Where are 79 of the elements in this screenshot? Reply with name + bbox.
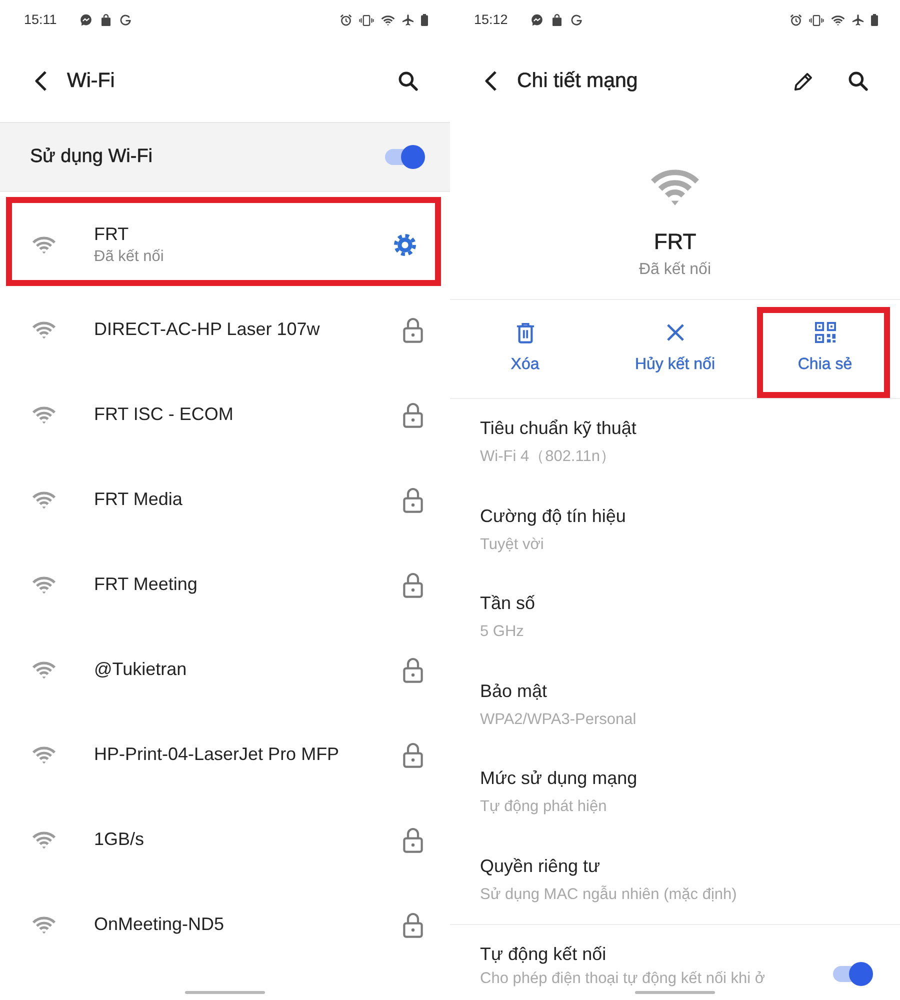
battery-icon: [421, 14, 428, 26]
status-time: 15:11: [24, 10, 57, 29]
letter-g-icon: [570, 14, 582, 26]
screen-title: Chi tiết mạng: [517, 68, 638, 94]
letter-g-icon: [120, 14, 131, 26]
vibrate-icon: [359, 14, 374, 26]
lock-icon: [403, 486, 423, 512]
connection-status: Đã kết nối: [638, 260, 712, 280]
wifi-signal-icon: [32, 830, 56, 848]
back-icon[interactable]: [484, 70, 498, 92]
lock-icon: [403, 402, 423, 428]
detail-title: Tiêu chuẩn kỹ thuật: [480, 417, 638, 439]
network-name[interactable]: HP-Print-04-LaserJet Pro MFP: [94, 743, 340, 766]
vibrate-icon: [809, 14, 824, 26]
lock-icon: [403, 826, 423, 852]
wifi-signal-icon: [32, 406, 56, 424]
detail-value: Tuyệt vời: [480, 534, 545, 554]
lock-icon: [403, 572, 423, 598]
detail-title: Mức sử dụng mạng: [480, 767, 638, 789]
detail-title: Cường độ tín hiệu: [480, 504, 627, 526]
network-name[interactable]: FRT Meeting: [94, 573, 198, 596]
connection-status: Đã kết nối: [94, 246, 164, 266]
lock-icon: [403, 316, 423, 342]
shopping-bag-icon: [100, 14, 111, 26]
alarm-clock-icon: [790, 14, 802, 26]
shopping-bag-icon: [552, 14, 562, 26]
detail-title: Tần số: [480, 592, 536, 614]
wifi-signal-icon: [32, 490, 56, 508]
wifi-icon: [831, 14, 845, 26]
network-name[interactable]: @Tukietran: [94, 658, 187, 681]
wifi-signal-icon: [650, 168, 700, 206]
network-name[interactable]: DIRECT-AC-HP Laser 107w: [94, 318, 320, 341]
airplane-icon: [852, 14, 864, 26]
network-name[interactable]: FRT Media: [94, 488, 182, 511]
setting-title: Tự động kết nối: [480, 943, 608, 965]
network-name[interactable]: FRT: [94, 222, 164, 246]
lock-icon: [403, 912, 423, 938]
wifi-signal-icon: [32, 236, 56, 254]
wifi-signal-icon: [32, 320, 56, 338]
chat-bubble-icon: [530, 14, 543, 26]
network-name[interactable]: FRT ISC - ECOM: [94, 403, 234, 426]
wifi-toggle[interactable]: [385, 145, 425, 169]
setting-description: Cho phép điện thoại tự động kết nối khi ở: [480, 969, 766, 989]
detail-value: Tự động phát hiện: [480, 797, 608, 817]
lock-icon: [403, 742, 423, 768]
wifi-signal-icon: [32, 576, 56, 594]
detail-value: WPA2/WPA3-Personal: [480, 710, 638, 730]
wifi-signal-icon: [32, 746, 56, 764]
network-name[interactable]: OnMeeting-ND5: [94, 913, 224, 936]
search-icon[interactable]: [398, 71, 418, 91]
pencil-icon[interactable]: [793, 70, 814, 92]
alarm-clock-icon: [340, 14, 352, 26]
detail-value: Wi-Fi 4（802.11n）: [480, 447, 617, 467]
close-icon: [666, 323, 684, 342]
wifi-icon: [381, 14, 395, 26]
back-icon[interactable]: [34, 70, 48, 92]
lock-icon: [403, 656, 423, 682]
search-icon[interactable]: [848, 71, 868, 91]
delete-button[interactable]: Xóa: [450, 300, 600, 398]
status-time: 15:12: [474, 10, 508, 29]
detail-value: Sử dụng MAC ngẫu nhiên (mặc định): [480, 884, 738, 904]
wifi-signal-icon: [32, 660, 56, 678]
detail-value: 5 GHz: [480, 622, 525, 642]
screen-title: Wi-Fi: [67, 68, 115, 94]
auto-connect-toggle[interactable]: [833, 962, 873, 986]
share-button[interactable]: Chia sẻ: [750, 300, 900, 398]
detail-title: Bảo mật: [480, 680, 548, 702]
network-name[interactable]: 1GB/s: [94, 828, 144, 851]
battery-icon: [871, 14, 878, 26]
detail-title: Quyền riêng tư: [480, 854, 602, 876]
disconnect-button[interactable]: Hủy kết nối: [600, 300, 750, 398]
network-name: FRT: [654, 228, 696, 256]
switch-label: Sử dụng Wi-Fi: [30, 144, 153, 169]
wifi-signal-icon: [32, 916, 56, 934]
chat-bubble-icon: [80, 14, 92, 26]
qr-code-icon: [814, 322, 836, 343]
trash-icon: [516, 322, 534, 344]
settings-icon[interactable]: [394, 234, 416, 256]
airplane-icon: [402, 14, 414, 26]
